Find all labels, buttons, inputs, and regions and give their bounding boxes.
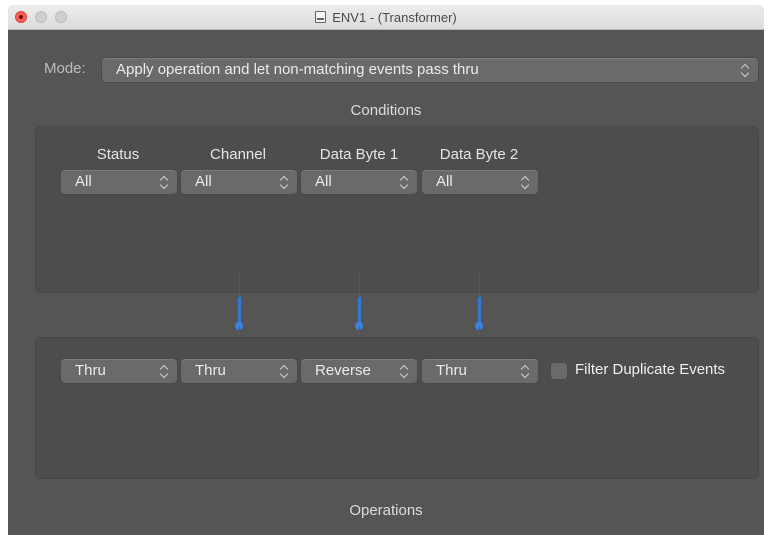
status-operation-value: Thru (75, 362, 106, 379)
channel-column-label: Channel (210, 146, 266, 163)
data-byte-2-operation-value: Thru (436, 362, 467, 379)
connector-line (479, 271, 480, 297)
mode-label: Mode: (44, 60, 86, 77)
channel-operation-popup[interactable]: Thru (181, 359, 297, 383)
operations-header: Operations (349, 502, 423, 519)
connector-line (239, 271, 240, 297)
data-byte-2-column-label: Data Byte 2 (439, 146, 519, 163)
data-byte-2-operation-popup[interactable]: Thru (422, 359, 538, 383)
chevron-updown-icon (518, 363, 532, 379)
title-bar[interactable]: ENV1 - (Transformer) (8, 5, 764, 30)
data-byte-1-column-label: Data Byte 1 (319, 146, 399, 163)
status-condition-popup[interactable]: All (61, 170, 177, 194)
mode-value: Apply operation and let non-matching eve… (116, 61, 479, 78)
data-byte-2-condition-popup[interactable]: All (422, 170, 538, 194)
channel-operation-value: Thru (195, 362, 226, 379)
status-condition-value: All (75, 173, 92, 190)
data-byte-2-condition-value: All (436, 173, 453, 190)
chevron-updown-icon (157, 363, 171, 379)
conditions-header: Conditions (350, 102, 422, 119)
status-column-label: Status (96, 146, 140, 163)
chevron-updown-icon (157, 174, 171, 190)
channel-condition-popup[interactable]: All (181, 170, 297, 194)
chevron-updown-icon (277, 363, 291, 379)
data-byte-1-condition-value: All (315, 173, 332, 190)
window-title-group: ENV1 - (Transformer) (8, 5, 764, 29)
status-operation-popup[interactable]: Thru (61, 359, 177, 383)
transformer-window: ENV1 - (Transformer) Mode: Apply operati… (8, 5, 764, 535)
filter-duplicate-events-checkbox[interactable] (551, 363, 567, 379)
chevron-updown-icon (277, 174, 291, 190)
chevron-updown-icon (397, 174, 411, 190)
data-byte-1-condition-popup[interactable]: All (301, 170, 417, 194)
connector-line (359, 271, 360, 297)
mode-popup[interactable]: Apply operation and let non-matching eve… (102, 58, 758, 82)
filter-duplicate-events-label[interactable]: Filter Duplicate Events (575, 361, 725, 378)
data-byte-1-operation-value: Reverse (315, 362, 371, 379)
window-title: ENV1 - (Transformer) (332, 9, 457, 25)
chevron-updown-icon (738, 62, 752, 78)
document-icon (315, 11, 327, 23)
chevron-updown-icon (518, 174, 532, 190)
chevron-updown-icon (397, 363, 411, 379)
data-byte-1-operation-popup[interactable]: Reverse (301, 359, 417, 383)
channel-condition-value: All (195, 173, 212, 190)
